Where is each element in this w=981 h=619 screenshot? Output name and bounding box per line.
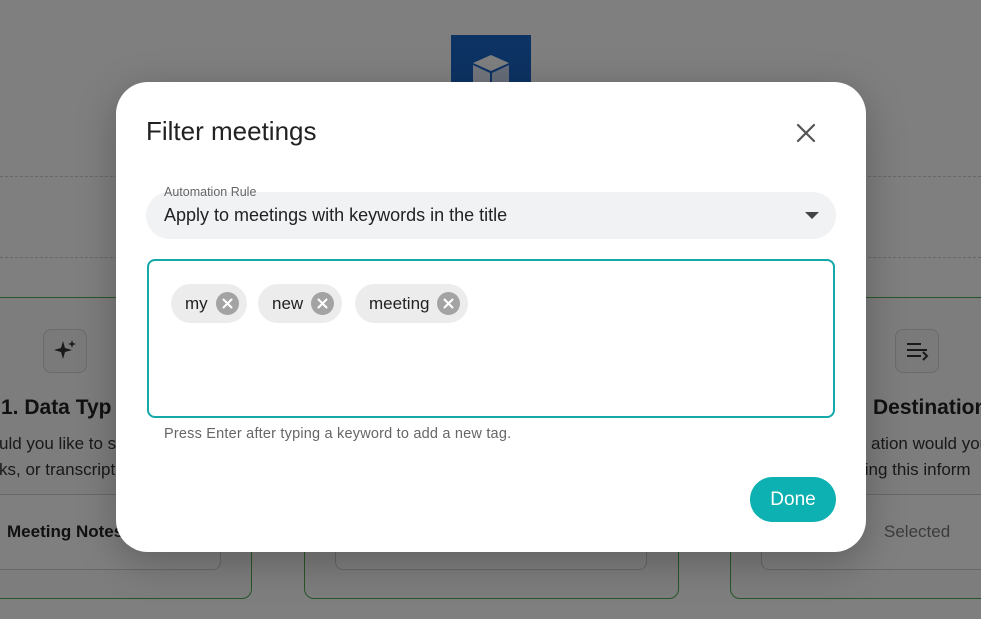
close-button[interactable] [788, 115, 824, 151]
tag-label: meeting [369, 293, 430, 313]
tag-label: my [185, 293, 208, 313]
remove-tag-icon[interactable] [311, 292, 335, 315]
app-background: 1. Data Typ uld you like to s ks, or tra… [0, 0, 981, 619]
keyword-tag-input[interactable]: my new meeting [147, 259, 835, 418]
filter-meetings-dialog: Filter meetings Apply to meetings with k… [116, 82, 866, 552]
remove-tag-icon[interactable] [215, 292, 239, 315]
close-icon [796, 123, 816, 143]
tag-label: new [272, 293, 304, 313]
tag-chip: my [171, 284, 247, 323]
automation-rule-select[interactable]: Apply to meetings with keywords in the t… [146, 192, 836, 239]
remove-tag-icon[interactable] [437, 292, 461, 315]
automation-rule-label: Automation Rule [164, 185, 257, 199]
done-button[interactable]: Done [750, 477, 836, 522]
tag-chip: new [258, 284, 343, 323]
automation-rule-value: Apply to meetings with keywords in the t… [164, 205, 508, 225]
helper-text: Press Enter after typing a keyword to ad… [164, 426, 512, 442]
tag-chip: meeting [355, 284, 469, 323]
dialog-title: Filter meetings [146, 116, 317, 146]
chevron-down-icon [805, 212, 819, 219]
